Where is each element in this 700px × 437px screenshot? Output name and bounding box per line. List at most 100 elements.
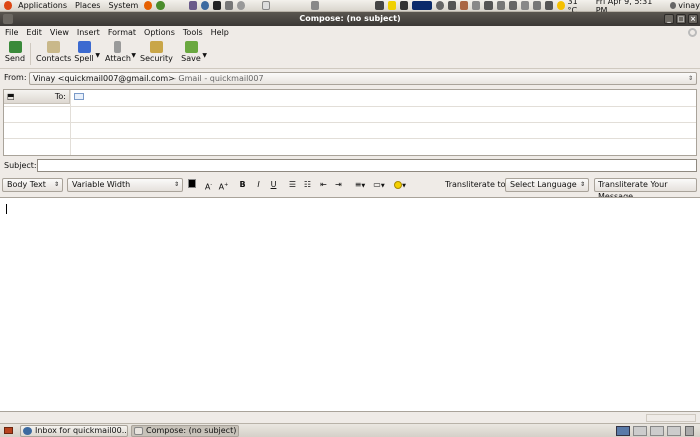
system-menu[interactable]: System (104, 1, 142, 10)
text-editor-icon[interactable] (262, 1, 271, 10)
menu-view[interactable]: View (47, 28, 74, 37)
weather-icon[interactable] (557, 1, 566, 10)
bottom-panel: Inbox for quickmail00... Compose: (no su… (0, 423, 700, 437)
message-body-editor[interactable] (0, 197, 700, 412)
user-power-icon (669, 2, 677, 9)
headphones-icon[interactable] (435, 1, 444, 10)
transliterate-message-button[interactable]: Transliterate Your Message (594, 178, 697, 201)
notes-icon[interactable] (387, 1, 396, 10)
menu-edit[interactable]: Edit (23, 28, 47, 37)
numbered-list-button[interactable]: ☷ (301, 179, 314, 191)
paragraph-style-dropdown-icon: ⇕ (53, 181, 59, 188)
ubuntu-logo-icon[interactable] (4, 1, 13, 10)
attach-dropdown-icon[interactable]: ▼ (131, 52, 136, 59)
bold-button[interactable]: B (236, 179, 249, 191)
language-select[interactable]: Select Language ⇕ (505, 178, 589, 192)
username[interactable]: vinay (678, 1, 700, 10)
compose-window-icon (134, 427, 143, 435)
subject-input[interactable] (37, 159, 697, 172)
tray-icon-4[interactable] (460, 1, 469, 10)
outdent-button[interactable]: ⇤ (317, 179, 330, 191)
smiley-icon (394, 180, 403, 189)
contacts-button[interactable]: Contacts (36, 41, 71, 67)
volume-icon[interactable] (484, 1, 493, 10)
launcher-icon-4[interactable] (237, 1, 246, 10)
launcher-icon-3[interactable] (225, 1, 234, 10)
save-button[interactable]: Save ▼ (181, 41, 207, 67)
from-select[interactable]: Vinay <quickmail007@gmail.com> - Gmail -… (29, 72, 697, 85)
maximize-button[interactable]: □ (676, 14, 686, 24)
display-icon[interactable] (520, 1, 530, 10)
recipients-list[interactable]: ⬒ To: (3, 89, 697, 156)
spell-dropdown-icon[interactable]: ▼ (95, 52, 100, 59)
underline-button[interactable]: U (267, 179, 280, 191)
security-button[interactable]: Security (140, 41, 173, 67)
launcher-icon-2[interactable] (200, 1, 209, 10)
indent-button[interactable]: ⇥ (332, 179, 345, 191)
send-icon (8, 41, 22, 53)
lock-icon (149, 41, 163, 53)
from-row: From: Vinay <quickmail007@gmail.com> - G… (0, 71, 700, 85)
taskbar-item-inbox[interactable]: Inbox for quickmail00... (20, 425, 128, 437)
paperclip-icon (114, 41, 121, 53)
bullet-list-button[interactable]: ☰ (286, 179, 299, 191)
transliterate-label: Transliterate to: (445, 180, 509, 189)
tray-icon-2[interactable] (399, 1, 408, 10)
save-dropdown-icon[interactable]: ▼ (202, 52, 207, 59)
format-toolbar: Body Text ⇕ Variable Width ⇕ A- A+ B I U… (0, 177, 700, 201)
insert-image-button[interactable]: ▭▼ (371, 179, 387, 191)
trash-icon[interactable] (685, 426, 694, 436)
show-desktop-icon[interactable] (4, 427, 13, 434)
recipient-type-select[interactable]: ⬒ To: (4, 90, 70, 104)
from-label: From: (4, 73, 27, 82)
workspace-icon-1[interactable] (616, 426, 630, 436)
tray-icon-3[interactable] (447, 1, 457, 10)
menu-file[interactable]: File (2, 28, 23, 37)
align-button[interactable]: ≡▼ (352, 179, 368, 191)
tray-icon-5[interactable] (472, 1, 481, 10)
font-select[interactable]: Variable Width ⇕ (67, 178, 183, 192)
power-icon[interactable] (545, 1, 554, 10)
spell-button[interactable]: Spell ▼ (74, 41, 100, 67)
font-size-smaller-button[interactable]: A- (202, 179, 215, 192)
window-title: Compose: (no subject) (299, 14, 401, 23)
pin-icon: ⬒ (7, 92, 15, 101)
font-size-larger-button[interactable]: A+ (217, 179, 230, 192)
resize-grip[interactable] (646, 414, 696, 422)
minimize-button[interactable]: _ (664, 14, 674, 24)
workspace-icon-3[interactable] (650, 426, 664, 436)
workspace-icon-4[interactable] (667, 426, 681, 436)
terminal-icon[interactable] (212, 1, 222, 10)
compose-toolbar: Send Contacts Spell ▼ Attach ▼ Security … (0, 39, 700, 69)
workspace-icon-2[interactable] (633, 426, 647, 436)
attach-button[interactable]: Attach ▼ (105, 41, 136, 67)
system-monitor-icon[interactable] (411, 1, 432, 10)
send-button[interactable]: Send (4, 41, 26, 67)
menu-options[interactable]: Options (141, 28, 180, 37)
menu-insert[interactable]: Insert (74, 28, 105, 37)
bluetooth-icon[interactable] (496, 1, 505, 10)
applications-menu[interactable]: Applications (14, 1, 71, 10)
menu-tools[interactable]: Tools (180, 28, 208, 37)
chrome-icon[interactable] (156, 1, 165, 10)
launcher-icon-1[interactable] (188, 1, 197, 10)
menubar: File Edit View Insert Format Options Too… (0, 27, 700, 38)
address-card-icon (74, 93, 84, 100)
window-titlebar[interactable]: Compose: (no subject) _ □ × (0, 12, 700, 26)
places-menu[interactable]: Places (71, 1, 104, 10)
taskbar-item-compose[interactable]: Compose: (no subject) (131, 425, 239, 437)
mail-icon[interactable] (533, 1, 542, 10)
paragraph-style-select[interactable]: Body Text ⇕ (2, 178, 63, 192)
italic-button[interactable]: I (252, 179, 265, 191)
close-button[interactable]: × (688, 14, 698, 24)
menu-help[interactable]: Help (208, 28, 234, 37)
to-address-input[interactable] (71, 91, 695, 103)
screenshot-icon[interactable] (310, 1, 319, 10)
pen-icon[interactable] (508, 1, 517, 10)
menu-format[interactable]: Format (105, 28, 141, 37)
text-color-button[interactable] (186, 179, 199, 191)
window-menu-icon[interactable] (3, 14, 13, 24)
firefox-icon[interactable] (144, 1, 153, 10)
smiley-button[interactable]: ▼ (392, 179, 408, 191)
tray-icon-1[interactable] (375, 1, 384, 10)
